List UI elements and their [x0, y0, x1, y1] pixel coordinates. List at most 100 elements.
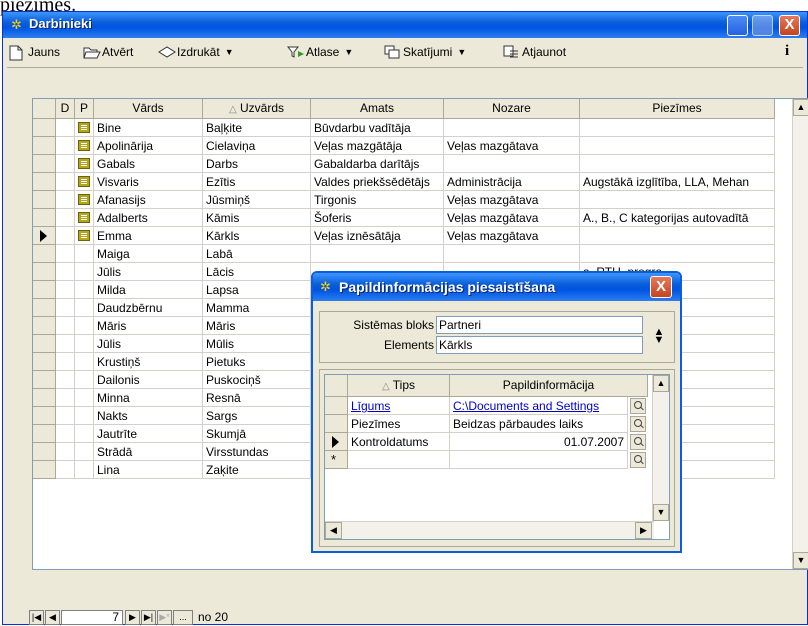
cell-title[interactable] — [311, 245, 444, 263]
attachment-row-selector[interactable] — [325, 433, 348, 451]
cell-p[interactable] — [75, 137, 94, 155]
row-selector[interactable] — [33, 407, 56, 425]
cell-last-name[interactable]: Lācis — [203, 263, 311, 281]
cell-d[interactable] — [56, 461, 75, 479]
row-selector[interactable] — [33, 461, 56, 479]
cell-last-name[interactable]: Puskociņš — [203, 371, 311, 389]
cell-first-name[interactable]: Bine — [94, 119, 203, 137]
cell-first-name[interactable]: Māris — [94, 317, 203, 335]
row-selector[interactable] — [33, 209, 56, 227]
column-header-d[interactable]: D — [56, 99, 75, 119]
cell-d[interactable] — [56, 173, 75, 191]
cell-p[interactable] — [75, 281, 94, 299]
cell-first-name[interactable]: Maiga — [94, 245, 203, 263]
cell-notes[interactable] — [580, 119, 775, 137]
cell-type[interactable] — [348, 451, 450, 469]
cell-notes[interactable] — [580, 227, 775, 245]
row-selector[interactable] — [33, 425, 56, 443]
cell-d[interactable] — [56, 317, 75, 335]
cell-info[interactable]: 01.07.2007 — [450, 433, 628, 451]
cell-first-name[interactable]: Dailonis — [94, 371, 203, 389]
cell-first-name[interactable]: Minna — [94, 389, 203, 407]
last-record-button[interactable]: ▶| — [141, 609, 156, 625]
cell-sector[interactable]: Veļas mazgātava — [444, 227, 580, 245]
cell-first-name[interactable]: Milda — [94, 281, 203, 299]
row-selector[interactable] — [33, 119, 56, 137]
lookup-magnifier-icon[interactable] — [630, 398, 646, 414]
cell-d[interactable] — [56, 137, 75, 155]
cell-last-name[interactable]: Resnā — [203, 389, 311, 407]
cell-sector[interactable]: Veļas mazgātava — [444, 191, 580, 209]
cell-p[interactable] — [75, 209, 94, 227]
cell-info[interactable] — [450, 451, 628, 469]
cell-p[interactable] — [75, 245, 94, 263]
cell-first-name[interactable]: Adalberts — [94, 209, 203, 227]
cell-p[interactable] — [75, 191, 94, 209]
cell-p[interactable] — [75, 389, 94, 407]
cell-p[interactable] — [75, 263, 94, 281]
column-header-p[interactable]: P — [75, 99, 94, 119]
cell-d[interactable] — [56, 335, 75, 353]
cell-last-name[interactable]: Kāmis — [203, 209, 311, 227]
cell-last-name[interactable]: Darbs — [203, 155, 311, 173]
cell-last-name[interactable]: Mamma — [203, 299, 311, 317]
cell-d[interactable] — [56, 281, 75, 299]
cell-p[interactable] — [75, 119, 94, 137]
cell-title[interactable]: Tirgonis — [311, 191, 444, 209]
views-button[interactable]: Skatījumi ▼ — [384, 44, 466, 60]
column-header-first-name[interactable]: Vārds — [94, 99, 203, 119]
select-button[interactable]: Atlase ▼ — [286, 44, 353, 60]
cell-d[interactable] — [56, 407, 75, 425]
cell-last-name[interactable]: Skumjā — [203, 425, 311, 443]
record-number-field[interactable]: 7 — [61, 609, 123, 625]
cell-notes[interactable]: Augstākā izglītība, LLA, Mehan — [580, 173, 775, 191]
column-header-notes[interactable]: Piezīmes — [580, 99, 775, 119]
column-header-last-name[interactable]: △ Uzvārds — [203, 99, 311, 119]
minimize-button[interactable] — [727, 15, 748, 36]
row-selector[interactable] — [33, 443, 56, 461]
navigation-spinner-icon[interactable]: ▲ ▼ — [653, 327, 665, 346]
cell-first-name[interactable]: Jūlis — [94, 335, 203, 353]
cell-p[interactable] — [75, 461, 94, 479]
column-header-sector[interactable]: Nozare — [444, 99, 580, 119]
dialog-scroll-down-button[interactable]: ▼ — [653, 504, 669, 521]
dialog-close-button[interactable]: X — [650, 276, 672, 298]
cell-p[interactable] — [75, 299, 94, 317]
cell-sector[interactable]: Administrācija — [444, 173, 580, 191]
cell-d[interactable] — [56, 299, 75, 317]
cell-last-name[interactable]: Mūlis — [203, 335, 311, 353]
cell-sector[interactable] — [444, 155, 580, 173]
cell-d[interactable] — [56, 119, 75, 137]
cell-notes[interactable] — [580, 191, 775, 209]
row-selector[interactable] — [33, 371, 56, 389]
cell-sector[interactable] — [444, 119, 580, 137]
cell-d[interactable] — [56, 389, 75, 407]
refresh-button[interactable]: Atjaunot — [503, 44, 566, 60]
title-bar[interactable]: ✲ Darbinieki X — [3, 12, 807, 38]
cell-d[interactable] — [56, 371, 75, 389]
attachment-row-selector[interactable] — [325, 397, 348, 415]
row-selector[interactable] — [33, 155, 56, 173]
cell-info[interactable]: C:\Documents and Settings — [450, 397, 628, 415]
cell-d[interactable] — [56, 263, 75, 281]
cell-first-name[interactable]: Gabals — [94, 155, 203, 173]
cell-p[interactable] — [75, 227, 94, 245]
dialog-vertical-scrollbar[interactable]: ▲ ▼ — [652, 375, 669, 521]
dialog-horizontal-scrollbar[interactable]: ◀ ▶ — [325, 521, 654, 539]
cell-first-name[interactable]: Nakts — [94, 407, 203, 425]
cell-title[interactable]: Veļas mazgātāja — [311, 137, 444, 155]
cell-sector[interactable] — [444, 245, 580, 263]
dialog-scroll-left-button[interactable]: ◀ — [325, 522, 342, 539]
cell-last-name[interactable]: Virsstundas — [203, 443, 311, 461]
cell-type[interactable]: Piezīmes — [348, 415, 450, 433]
cell-p[interactable] — [75, 173, 94, 191]
cell-d[interactable] — [56, 155, 75, 173]
cell-p[interactable] — [75, 335, 94, 353]
row-selector[interactable] — [33, 227, 56, 245]
cell-last-name[interactable]: Labā — [203, 245, 311, 263]
lookup-magnifier-icon[interactable] — [630, 434, 646, 450]
row-selector[interactable] — [33, 245, 56, 263]
cell-p[interactable] — [75, 155, 94, 173]
cell-first-name[interactable]: Emma — [94, 227, 203, 245]
scroll-up-button[interactable]: ▲ — [793, 99, 808, 116]
